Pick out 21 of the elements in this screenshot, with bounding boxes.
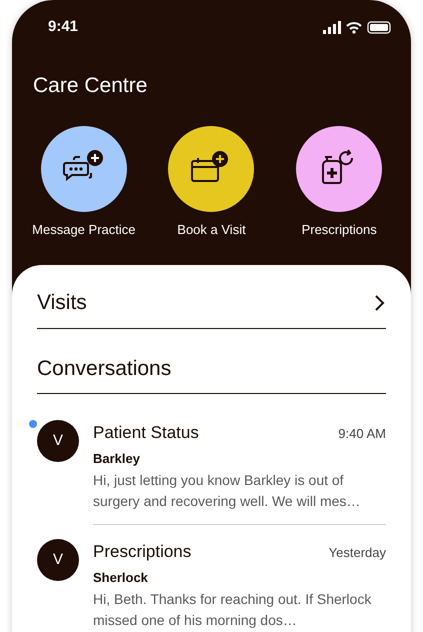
- message-preview: Hi, Beth. Thanks for reaching out. If Sherlock missed one of his morning dos…: [93, 590, 372, 630]
- page-title: Care Centre: [32, 73, 148, 99]
- conversation-time: Yesterday: [328, 544, 386, 562]
- pet-name: Sherlock: [93, 568, 149, 586]
- message-preview: Hi, just letting you know Barkley is out of surgery and recovering well. We will mes…: [93, 471, 362, 511]
- signal-icon: [323, 21, 341, 34]
- conversation-title[interactable]: Patient Status: [93, 420, 199, 446]
- avatar: V: [37, 420, 79, 462]
- conversation-title[interactable]: Prescriptions: [93, 539, 192, 564]
- section-title: Conversations: [37, 352, 386, 394]
- battery-icon: [367, 21, 391, 34]
- action-button[interactable]: Book a Visit: [148, 126, 276, 239]
- conversation-time: 9:40 AM: [338, 425, 386, 443]
- action-button[interactable]: Prescriptions: [275, 126, 403, 239]
- chevron-right-icon: [374, 294, 386, 312]
- status-time: 9:41: [48, 17, 78, 38]
- avatar: V: [37, 539, 79, 581]
- pet-name: Barkley: [93, 450, 141, 468]
- action-button[interactable]: Message Practice: [20, 126, 148, 239]
- visits-link[interactable]: Visits: [37, 287, 386, 328]
- wifi-icon: [346, 21, 362, 34]
